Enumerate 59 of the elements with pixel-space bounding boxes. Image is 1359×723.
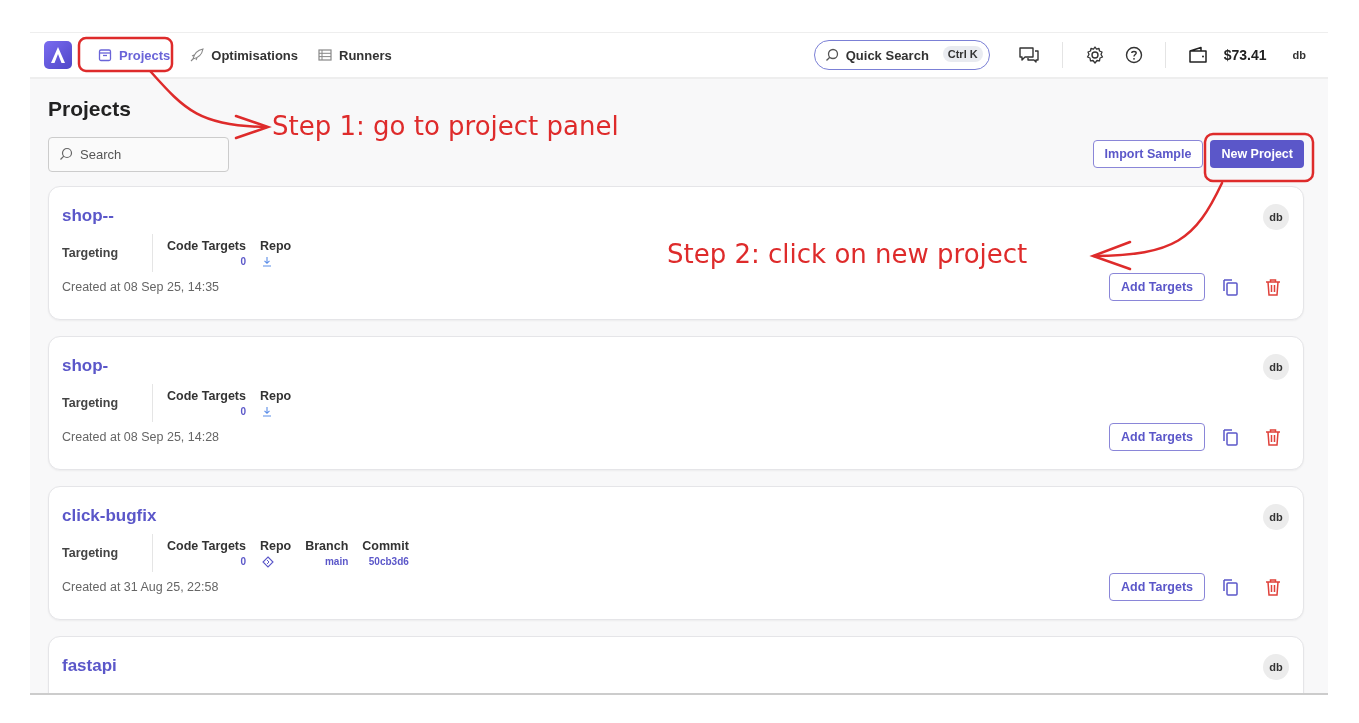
download-icon[interactable] <box>261 256 272 267</box>
logo-icon[interactable] <box>44 41 72 69</box>
annotation-text: Step 2: click on new project <box>667 239 1028 269</box>
add-targets-button[interactable]: Add Targets <box>1109 573 1205 601</box>
targeting-label: Targeting <box>62 396 120 410</box>
created-date: Created at 08 Sep 25, 14:28 <box>62 430 220 444</box>
field-label: Repo <box>259 389 292 403</box>
targeting-label: Targeting <box>62 246 120 260</box>
rocket-icon <box>190 48 205 62</box>
field-label: Code Targets <box>167 389 246 403</box>
search-field[interactable]: Search <box>48 137 229 172</box>
field-label: Repo <box>259 239 292 253</box>
field-label: Code Targets <box>167 539 246 553</box>
add-targets-button[interactable]: Add Targets <box>1109 273 1205 301</box>
targeting-label: Targeting <box>62 546 120 560</box>
field-value: 0 <box>240 406 246 417</box>
nav-tab[interactable]: Projects <box>92 43 177 67</box>
field-value: 50cb3d6 <box>368 556 409 567</box>
field-label: Repo <box>259 538 292 553</box>
download-icon[interactable] <box>261 406 272 417</box>
delete-icon[interactable] <box>1265 278 1281 296</box>
project-name-link[interactable]: fastapi <box>62 655 117 676</box>
help-icon[interactable] <box>1124 46 1143 64</box>
chat-icon[interactable] <box>1017 45 1040 65</box>
calendar-icon <box>98 48 112 62</box>
add-targets-button[interactable]: Add Targets <box>1109 423 1205 451</box>
copy-icon[interactable] <box>1222 578 1240 596</box>
wallet-icon[interactable] <box>1187 46 1208 64</box>
user-initials[interactable]: db <box>1292 49 1306 61</box>
created-date: Created at 31 Aug 25, 22:58 <box>62 580 219 594</box>
field-label: Commit <box>362 539 409 553</box>
project-name-link[interactable]: shop-- <box>62 205 114 226</box>
delete-icon[interactable] <box>1265 578 1281 596</box>
owner-avatar: db <box>1263 654 1289 680</box>
owner-avatar: db <box>1263 354 1289 380</box>
copy-icon[interactable] <box>1222 428 1240 446</box>
import-sample-button[interactable]: Import Sample <box>1092 140 1204 168</box>
field-label: Code Targets <box>167 239 246 253</box>
list-icon <box>318 48 332 62</box>
keyboard-shortcut: Ctrl K <box>942 46 983 62</box>
nav-tab[interactable]: Runners <box>312 43 398 67</box>
diamond-icon[interactable] <box>261 555 274 568</box>
owner-avatar: db <box>1263 504 1289 530</box>
field-value: 0 <box>240 556 246 567</box>
new-project-button[interactable]: New Project <box>1210 140 1304 168</box>
project-name-link[interactable]: shop- <box>62 355 109 376</box>
settings-icon[interactable] <box>1084 45 1105 65</box>
delete-icon[interactable] <box>1265 428 1281 446</box>
owner-avatar: db <box>1263 204 1289 230</box>
field-value: main <box>324 556 349 567</box>
annotation-text: Step 1: go to project panel <box>272 111 619 141</box>
created-date: Created at 08 Sep 25, 14:35 <box>62 280 220 294</box>
copy-icon[interactable] <box>1222 278 1240 296</box>
field-value: 0 <box>240 256 246 267</box>
project-name-link[interactable]: click-bugfix <box>62 505 157 526</box>
balance-amount: $73.41 <box>1223 47 1267 63</box>
page-title: Projects <box>48 97 132 121</box>
nav-tab[interactable]: Optimisations <box>184 43 304 67</box>
field-label: Branch <box>305 539 349 553</box>
